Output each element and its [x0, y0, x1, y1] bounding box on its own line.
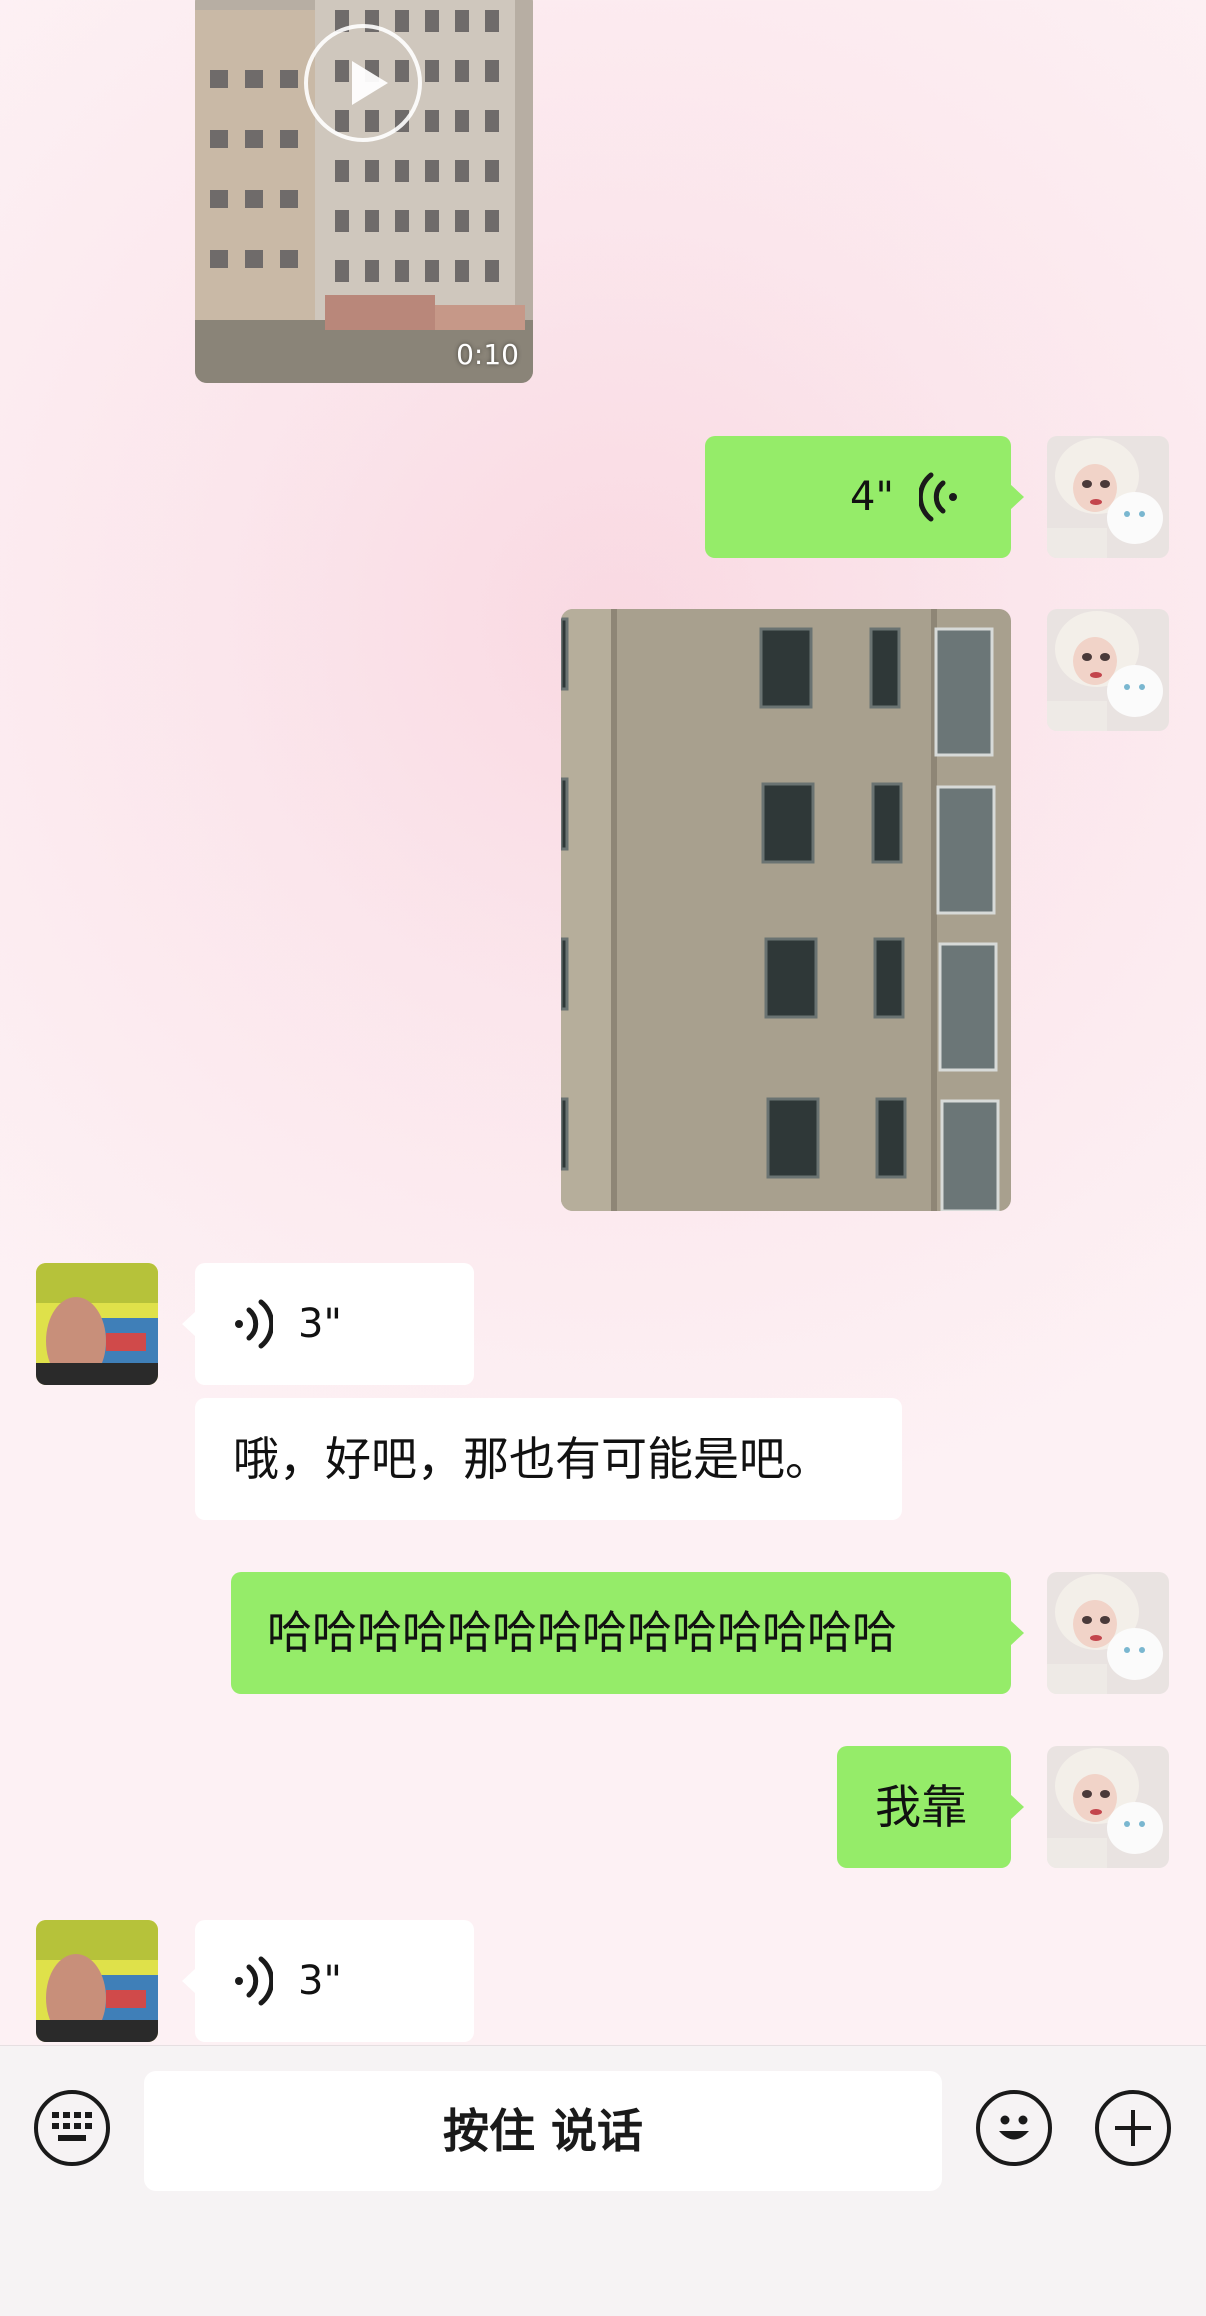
sent-voice-message[interactable]: 4"	[705, 436, 1024, 558]
sent-photo-message[interactable]	[561, 609, 1011, 1211]
contact-avatar[interactable]	[36, 1920, 158, 2042]
received-text-message[interactable]: 哦，好吧，那也有可能是吧。	[195, 1398, 902, 1520]
video-message[interactable]: 0:10	[195, 0, 533, 383]
sent-text-message[interactable]: 哈哈哈哈哈哈哈哈哈哈哈哈哈哈	[231, 1572, 1024, 1694]
self-avatar[interactable]	[1047, 1746, 1169, 1868]
self-avatar-image	[1047, 609, 1169, 731]
contact-avatar-image	[36, 1263, 158, 1385]
hold-to-talk-label: 按住 说话	[442, 2104, 643, 2158]
play-icon[interactable]	[304, 24, 422, 142]
keyboard-toggle-button[interactable]	[34, 2090, 110, 2166]
voice-duration: 4"	[850, 474, 894, 520]
self-avatar-image	[1047, 1572, 1169, 1694]
voice-duration: 3"	[298, 1301, 342, 1347]
self-avatar[interactable]	[1047, 1572, 1169, 1694]
keyboard-icon	[52, 2112, 92, 2141]
message-text: 哦，好吧，那也有可能是吧。	[233, 1432, 831, 1486]
plus-icon	[1115, 2110, 1151, 2146]
message-text: 哈哈哈哈哈哈哈哈哈哈哈哈哈哈	[267, 1606, 898, 1659]
voice-wave-icon	[235, 1956, 273, 2006]
self-avatar-image	[1047, 1746, 1169, 1868]
contact-avatar[interactable]	[36, 1263, 158, 1385]
plus-button[interactable]	[1095, 2090, 1171, 2166]
voice-wave-icon	[919, 472, 957, 522]
self-avatar[interactable]	[1047, 436, 1169, 558]
photo-building-image	[561, 609, 1011, 1211]
voice-wave-icon	[235, 1299, 273, 1349]
contact-avatar-image	[36, 1920, 158, 2042]
emoji-icon	[999, 2115, 1029, 2140]
hold-to-talk-button[interactable]: 按住 说话	[144, 2071, 942, 2191]
self-avatar-image	[1047, 436, 1169, 558]
input-bar: 按住 说话	[0, 2045, 1206, 2316]
emoji-button[interactable]	[976, 2090, 1052, 2166]
received-voice-message[interactable]: 3"	[182, 1920, 474, 2042]
received-voice-message[interactable]: 3"	[182, 1263, 474, 1385]
voice-duration: 3"	[298, 1958, 342, 2004]
video-duration: 0:10	[456, 338, 519, 371]
message-text: 我靠	[875, 1780, 967, 1834]
sent-text-message[interactable]: 我靠	[837, 1746, 1024, 1868]
self-avatar[interactable]	[1047, 609, 1169, 731]
